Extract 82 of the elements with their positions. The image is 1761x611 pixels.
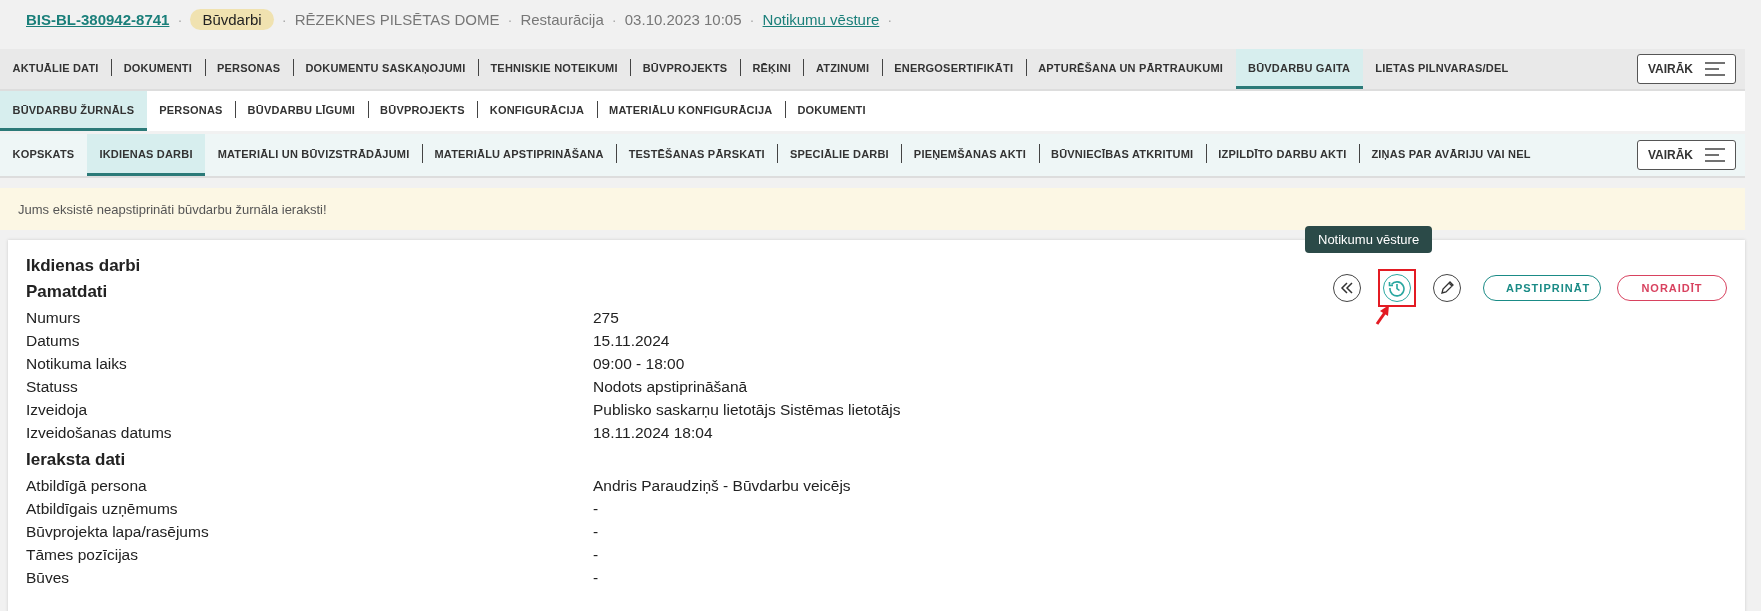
field-value: 275 xyxy=(593,308,620,328)
field-value: - xyxy=(593,545,600,565)
history-link[interactable]: Notikumu vēsture xyxy=(762,10,880,28)
field-label: Tāmes pozīcijas xyxy=(26,545,139,565)
collapse-button[interactable] xyxy=(1333,274,1361,302)
field-label: Būves xyxy=(26,568,71,588)
field-label: Atbildīgā persona xyxy=(26,476,148,496)
field-value: Andris Paraudziņš - Būvdarbu veicējs xyxy=(593,476,851,496)
more-button[interactable]: VAIRĀK xyxy=(1636,140,1736,170)
tab[interactable]: BŪVDARBU LĪGUMI xyxy=(235,91,368,131)
tab[interactable]: MATERIĀLU KONFIGURĀCIJA xyxy=(596,91,785,131)
highlight-box xyxy=(1378,269,1416,307)
tab[interactable]: ATZINUMI xyxy=(803,49,882,89)
field-label: Numurs xyxy=(26,308,82,328)
separator-dot: · xyxy=(507,10,513,28)
field-value: Nodots apstiprināšanā xyxy=(593,377,749,397)
history-icon xyxy=(1388,279,1406,297)
field-label: Būvprojekta lapa/rasējums xyxy=(26,522,210,542)
separator-dot: · xyxy=(177,10,183,28)
tab[interactable]: SPECIĀLIE DARBI xyxy=(777,134,902,176)
separator-dot: · xyxy=(611,10,617,28)
tab[interactable]: TEHNISKIE NOTEIKUMI xyxy=(477,49,631,89)
header-info: 03.10.2023 10:05 xyxy=(624,10,742,28)
record-title: Ikdienas darbi xyxy=(26,256,141,276)
field-label: Izveidoja xyxy=(26,400,89,420)
field-value: - xyxy=(593,522,600,542)
arrow-icon xyxy=(1375,305,1391,325)
tab[interactable]: IZPILDĪTO DARBU AKTI xyxy=(1205,134,1359,176)
tab[interactable]: BŪVNIECĪBAS ATKRITUMI xyxy=(1038,134,1206,176)
tab[interactable]: AKTUĀLIE DATI xyxy=(0,49,112,89)
tab[interactable]: APTURĒŠANA UN PĀRTRAUKUMI xyxy=(1025,49,1236,89)
header-info: Restaurācija xyxy=(520,10,604,28)
field-value: - xyxy=(593,499,600,519)
field-value: 15.11.2024 xyxy=(593,331,671,351)
section-heading: Ieraksta dati xyxy=(26,450,126,470)
tab[interactable]: DOKUMENTU SASKAŅOJUMI xyxy=(292,49,478,89)
separator-dot: · xyxy=(281,10,287,28)
tab[interactable]: MATERIĀLU APSTIPRINĀŠANA xyxy=(421,134,617,176)
field-value: - xyxy=(593,568,600,588)
tab[interactable]: DOKUMENTI xyxy=(784,91,879,131)
tab[interactable]: KOPSKATS xyxy=(0,134,87,176)
more-button[interactable]: VAIRĀK xyxy=(1636,54,1736,84)
pencil-icon xyxy=(1439,280,1455,296)
tab[interactable]: KONFIGURĀCIJA xyxy=(477,91,597,131)
tab[interactable]: PERSONAS xyxy=(146,91,236,131)
field-label: Statuss xyxy=(26,377,79,397)
tab[interactable]: IKDIENAS DARBI xyxy=(86,134,206,176)
tab[interactable]: DOKUMENTI xyxy=(111,49,205,89)
header-info: RĒZEKNES PILSĒTAS DOME xyxy=(294,10,500,28)
field-label: Notikuma laiks xyxy=(26,354,128,374)
section-heading: Pamatdati xyxy=(26,282,108,302)
field-label: Atbildīgais uzņēmums xyxy=(26,499,179,519)
history-button[interactable] xyxy=(1383,274,1411,302)
tooltip: Notikumu vēsture xyxy=(1305,226,1433,253)
tab[interactable]: PIEŅEMŠANAS AKTI xyxy=(901,134,1039,176)
tab[interactable]: TESTĒŠANAS PĀRSKATI xyxy=(616,134,778,176)
field-value: 09:00 - 18:00 xyxy=(593,354,686,374)
tab[interactable]: BŪVDARBU GAITA xyxy=(1235,49,1363,89)
approve-button[interactable]: APSTIPRINĀT xyxy=(1483,275,1601,301)
field-label: Datums xyxy=(26,331,81,351)
menu-icon xyxy=(1705,62,1725,76)
field-value: 18.11.2024 18:04 xyxy=(593,423,714,443)
tab[interactable]: BŪVDARBU ŽURNĀLS xyxy=(0,91,147,131)
tab[interactable]: MATERIĀLI UN BŪVIZSTRĀDĀJUMI xyxy=(205,134,422,176)
tab[interactable]: BŪVPROJEKTS xyxy=(630,49,740,89)
edit-button[interactable] xyxy=(1433,274,1461,302)
tab[interactable]: LIETAS PILNVARAS/DEL xyxy=(1362,49,1521,89)
separator-dot: · xyxy=(749,10,755,28)
type-badge: Būvdarbi xyxy=(190,8,274,30)
menu-icon xyxy=(1705,148,1725,162)
separator-dot: · xyxy=(887,10,893,28)
tab[interactable]: ENERGOSERTIFIKĀTI xyxy=(881,49,1026,89)
double-chevron-icon xyxy=(1340,282,1354,294)
field-value: Publisko saskarņu lietotājs Sistēmas lietotājs xyxy=(593,400,901,420)
warning-text: Jums eksistē neapstiprināti būvdarbu žurnāla ieraksti! xyxy=(17,201,327,217)
tab[interactable]: ZIŅAS PAR AVĀRIJU VAI NEL xyxy=(1358,134,1544,176)
field-label: Izveidošanas datums xyxy=(26,423,173,443)
tab[interactable]: PERSONAS xyxy=(204,49,293,89)
tab[interactable]: RĒĶINI xyxy=(739,49,804,89)
tab[interactable]: BŪVPROJEKTS xyxy=(367,91,478,131)
record-id-link[interactable]: BIS-BL-380942-8741 xyxy=(26,10,170,28)
reject-button[interactable]: NORAIDĪT xyxy=(1617,275,1727,301)
